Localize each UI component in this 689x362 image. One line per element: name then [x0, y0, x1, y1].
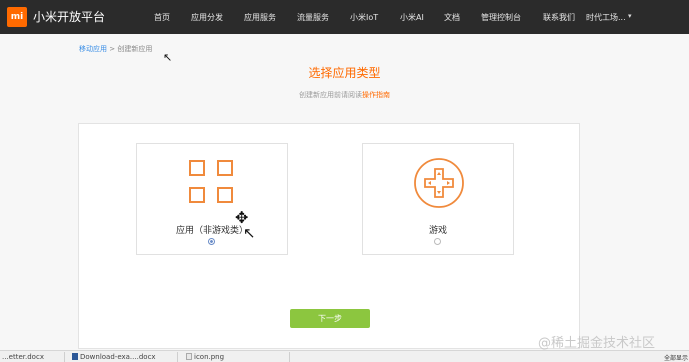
nav-traffic-services[interactable]: 流量服务: [297, 12, 329, 23]
mouse-pointer-icon: ↖: [243, 224, 256, 242]
download-bar: ...etter.docx Download-exa....docx icon.…: [0, 350, 689, 362]
image-file-icon: [186, 353, 192, 360]
nav-home[interactable]: 首页: [154, 12, 170, 23]
show-all-button[interactable]: 全部显示: [664, 353, 688, 362]
option-app-card[interactable]: 应用（非游戏类）: [136, 143, 288, 255]
page-subtitle: 创建新应用前请阅读操作指南: [0, 90, 689, 100]
app-type-panel: 应用（非游戏类） 游戏 下一步: [78, 123, 580, 349]
option-app-label: 应用（非游戏类）: [175, 226, 248, 236]
nav-mi-iot[interactable]: 小米IoT: [350, 12, 378, 23]
option-game-label: 游戏: [428, 226, 447, 236]
watermark: @稀土掘金技术社区: [538, 336, 656, 351]
top-nav-bar: mi 小米开放平台 首页 应用分发 应用服务 流量服务 小米IoT 小米AI 文…: [0, 0, 689, 34]
breadcrumb-mobile-apps[interactable]: 移动应用: [79, 45, 107, 53]
download-item[interactable]: ...etter.docx: [2, 353, 44, 361]
nav-contact-us[interactable]: 联系我们: [543, 12, 575, 23]
page-title: 选择应用类型: [308, 66, 381, 80]
operation-guide-link[interactable]: 操作指南: [362, 91, 390, 99]
grid-icon: [187, 158, 237, 206]
divider: [177, 352, 178, 362]
option-game-radio[interactable]: [434, 238, 441, 245]
download-item[interactable]: Download-exa....docx: [72, 353, 156, 361]
nav-console[interactable]: 管理控制台: [481, 12, 521, 23]
breadcrumb-separator: >: [109, 45, 116, 53]
divider: [64, 352, 65, 362]
nav-app-services[interactable]: 应用服务: [244, 12, 276, 23]
subtitle-text: 创建新应用前请阅读: [299, 91, 362, 99]
nav-mi-ai[interactable]: 小米AI: [400, 12, 424, 23]
word-file-icon: [72, 353, 78, 360]
download-item[interactable]: icon.png: [186, 353, 224, 361]
breadcrumb: 移动应用 > 创建新应用: [79, 44, 152, 54]
nav-app-distribution[interactable]: 应用分发: [191, 12, 223, 23]
breadcrumb-current: 创建新应用: [117, 45, 153, 53]
next-button[interactable]: 下一步: [290, 309, 370, 328]
gamepad-icon: [414, 158, 464, 208]
option-game-card[interactable]: 游戏: [362, 143, 514, 255]
account-name[interactable]: 时代工场...: [586, 12, 626, 23]
option-app-radio[interactable]: [208, 238, 215, 245]
brand-name[interactable]: 小米开放平台: [33, 8, 105, 25]
mouse-pointer-icon: ↖: [163, 51, 173, 64]
divider: [289, 352, 290, 362]
nav-docs[interactable]: 文档: [444, 12, 460, 23]
mi-logo[interactable]: mi: [7, 7, 27, 27]
chevron-down-icon[interactable]: ▾: [628, 12, 632, 20]
